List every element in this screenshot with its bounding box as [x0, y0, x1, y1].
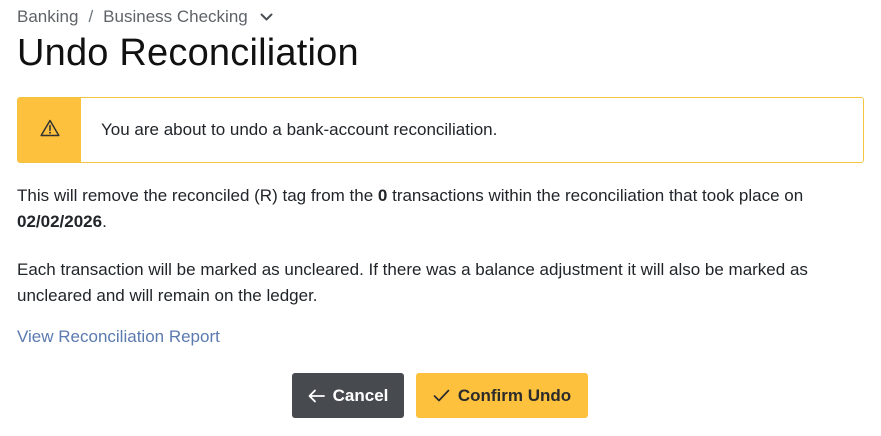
page-root: Banking / Business Checking Undo Reconci… [0, 0, 881, 436]
page-title: Undo Reconciliation [17, 32, 359, 74]
view-reconciliation-report-link[interactable]: View Reconciliation Report [17, 327, 220, 347]
arrow-left-icon [308, 389, 325, 403]
transaction-count: 0 [377, 186, 388, 205]
breadcrumb: Banking / Business Checking [17, 7, 864, 27]
confirm-label: Confirm Undo [457, 385, 572, 405]
alert-message: You are about to undo a bank-account rec… [81, 98, 863, 162]
check-icon [433, 389, 450, 402]
breadcrumb-separator: / [88, 7, 94, 26]
cancel-label: Cancel [332, 385, 389, 405]
cancel-button[interactable]: Cancel [292, 373, 404, 418]
reconciliation-description: This will remove the reconciled (R) tag … [17, 183, 857, 235]
reconciliation-date: 02/02/2026 [17, 212, 103, 231]
para1-prefix: This will remove the reconciled (R) tag … [17, 186, 378, 205]
uncleared-notice: Each transaction will be marked as uncle… [17, 260, 808, 305]
breadcrumb-business-checking[interactable]: Business Checking [103, 7, 248, 27]
breadcrumb-banking[interactable]: Banking [17, 7, 78, 27]
warning-triangle-icon [39, 119, 60, 142]
para1-suffix: . [102, 212, 107, 231]
warning-alert: You are about to undo a bank-account rec… [17, 97, 864, 163]
action-buttons: Cancel Confirm Undo [292, 373, 588, 418]
para1-middle: transactions within the reconciliation t… [387, 186, 804, 205]
alert-icon-container [18, 98, 81, 162]
chevron-down-icon[interactable] [260, 13, 273, 22]
confirm-undo-button[interactable]: Confirm Undo [416, 373, 588, 418]
